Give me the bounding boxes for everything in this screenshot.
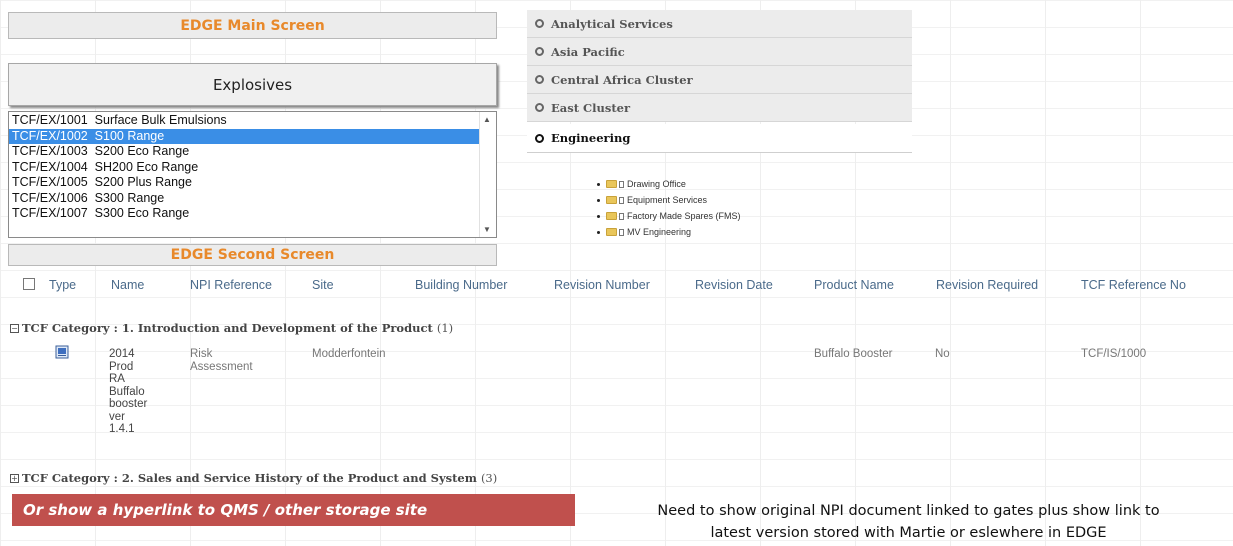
note-line: Need to show original NPI document linke…	[657, 503, 1160, 519]
document-icon	[619, 180, 624, 188]
accordion-label: Asia Pacific	[551, 44, 625, 59]
document-name-cell[interactable]: 2014 Prod RA Buffalo booster ver 1.4.1	[109, 348, 169, 436]
accordion-central-africa-cluster[interactable]: Central Africa Cluster	[527, 66, 912, 94]
subfolder-equipment-services[interactable]: Equipment Services	[597, 192, 741, 208]
npi-line: Risk	[190, 348, 213, 360]
word-document-icon[interactable]	[55, 345, 70, 359]
subfolder-drawing-office[interactable]: Drawing Office	[597, 176, 741, 192]
list-item[interactable]: TCF/EX/1004 SH200 Eco Range	[9, 160, 480, 176]
folder-icon	[606, 196, 617, 204]
column-header-product-name[interactable]: Product Name	[814, 278, 894, 292]
document-icon	[619, 196, 624, 204]
subfolder-mv-engineering[interactable]: MV Engineering	[597, 224, 741, 240]
list-item[interactable]: TCF/EX/1001 Surface Bulk Emulsions	[9, 113, 480, 129]
circle-bullet-icon	[535, 103, 544, 112]
subfolder-factory-made-spares[interactable]: Factory Made Spares (FMS)	[597, 208, 741, 224]
column-header-npi-reference[interactable]: NPI Reference	[190, 278, 272, 292]
document-icon	[619, 228, 624, 236]
revision-required-cell: No	[935, 348, 950, 360]
bullet-icon	[597, 230, 600, 234]
engineering-subfolder-list: Drawing Office Equipment Services Factor…	[597, 176, 741, 240]
bullet-icon	[597, 214, 600, 218]
name-line: 2014	[109, 348, 135, 360]
list-item[interactable]: TCF/EX/1007 S300 Eco Range	[9, 206, 480, 222]
column-header-revision-number[interactable]: Revision Number	[554, 278, 650, 292]
subfolder-label: Factory Made Spares (FMS)	[627, 211, 741, 221]
scroll-up-icon[interactable]: ▲	[483, 115, 491, 124]
main-screen-title: EDGE Main Screen	[8, 12, 497, 39]
list-item-selected[interactable]: TCF/EX/1002 S100 Range	[9, 128, 480, 144]
accordion-engineering[interactable]: Engineering	[527, 124, 912, 153]
category-label: TCF Category : 2. Sales and Service Hist…	[22, 471, 477, 485]
circle-bullet-icon	[535, 47, 544, 56]
explosives-button[interactable]: Explosives	[8, 63, 497, 106]
column-header-name[interactable]: Name	[111, 278, 144, 292]
subfolder-label: Drawing Office	[627, 179, 686, 189]
folder-icon	[606, 212, 617, 220]
circle-bullet-icon	[535, 75, 544, 84]
note-line: latest version stored with Martie or esl…	[710, 525, 1107, 541]
list-item[interactable]: TCF/EX/1003 S200 Eco Range	[9, 144, 480, 160]
collapse-icon[interactable]: −	[10, 324, 19, 333]
column-header-type[interactable]: Type	[49, 278, 76, 292]
accordion-label: Engineering	[551, 131, 631, 145]
hyperlink-note-banner: Or show a hyperlink to QMS / other stora…	[12, 494, 575, 526]
subfolder-label: Equipment Services	[627, 195, 708, 205]
accordion-analytical-services[interactable]: Analytical Services	[527, 10, 912, 38]
circle-bullet-icon	[535, 19, 544, 28]
accordion-east-cluster[interactable]: East Cluster	[527, 94, 912, 122]
list-item[interactable]: TCF/EX/1005 S200 Plus Range	[9, 175, 480, 191]
scroll-down-icon[interactable]: ▼	[483, 225, 491, 234]
accordion-asia-pacific[interactable]: Asia Pacific	[527, 38, 912, 66]
hyperlink-note-text: Or show a hyperlink to QMS / other stora…	[23, 501, 428, 519]
npi-line: Assessment	[190, 361, 253, 373]
folder-icon	[606, 228, 617, 236]
expand-icon[interactable]: +	[10, 474, 19, 483]
site-cell: Modderfontein	[312, 348, 386, 360]
listbox-scrollbar[interactable]: ▲ ▼	[479, 112, 496, 237]
category-label: TCF Category : 1. Introduction and Devel…	[22, 321, 433, 335]
accordion-label: East Cluster	[551, 100, 631, 115]
column-header-tcf-reference-no[interactable]: TCF Reference No	[1081, 278, 1186, 292]
list-item[interactable]: TCF/EX/1006 S300 Range	[9, 191, 480, 207]
name-line: Prod	[109, 360, 134, 373]
npi-document-note: Need to show original NPI document linke…	[586, 500, 1231, 544]
name-line: 1.4.1	[109, 423, 135, 435]
column-header-building-number[interactable]: Building Number	[415, 278, 507, 292]
column-header-revision-required[interactable]: Revision Required	[936, 278, 1038, 292]
accordion-label: Analytical Services	[551, 16, 673, 31]
name-line: ver	[109, 410, 125, 423]
bullet-icon	[597, 182, 600, 186]
accordion-label: Central Africa Cluster	[551, 72, 693, 87]
category-group-row[interactable]: − TCF Category : 1. Introduction and Deve…	[10, 321, 453, 335]
folder-icon	[606, 180, 617, 188]
column-header-site[interactable]: Site	[312, 278, 334, 292]
category-count: (1)	[436, 321, 454, 335]
tcf-reference-cell: TCF/IS/1000	[1081, 348, 1147, 360]
select-all-checkbox[interactable]	[23, 278, 35, 290]
product-range-listbox[interactable]: TCF/EX/1001 Surface Bulk Emulsions TCF/E…	[8, 111, 497, 238]
category-count: (3)	[480, 471, 498, 485]
name-line: Buffalo	[109, 385, 145, 398]
name-line: booster	[109, 398, 148, 410]
name-line: RA	[109, 373, 125, 385]
npi-reference-cell: Risk Assessment	[190, 348, 253, 374]
document-icon	[619, 212, 624, 220]
product-name-cell: Buffalo Booster	[814, 348, 893, 360]
category-group-row[interactable]: + TCF Category : 2. Sales and Service His…	[10, 471, 497, 485]
circle-bullet-icon	[535, 133, 544, 143]
second-screen-title: EDGE Second Screen	[8, 244, 497, 266]
bullet-icon	[597, 198, 600, 202]
subfolder-label: MV Engineering	[627, 227, 692, 237]
column-header-revision-date[interactable]: Revision Date	[695, 278, 773, 292]
